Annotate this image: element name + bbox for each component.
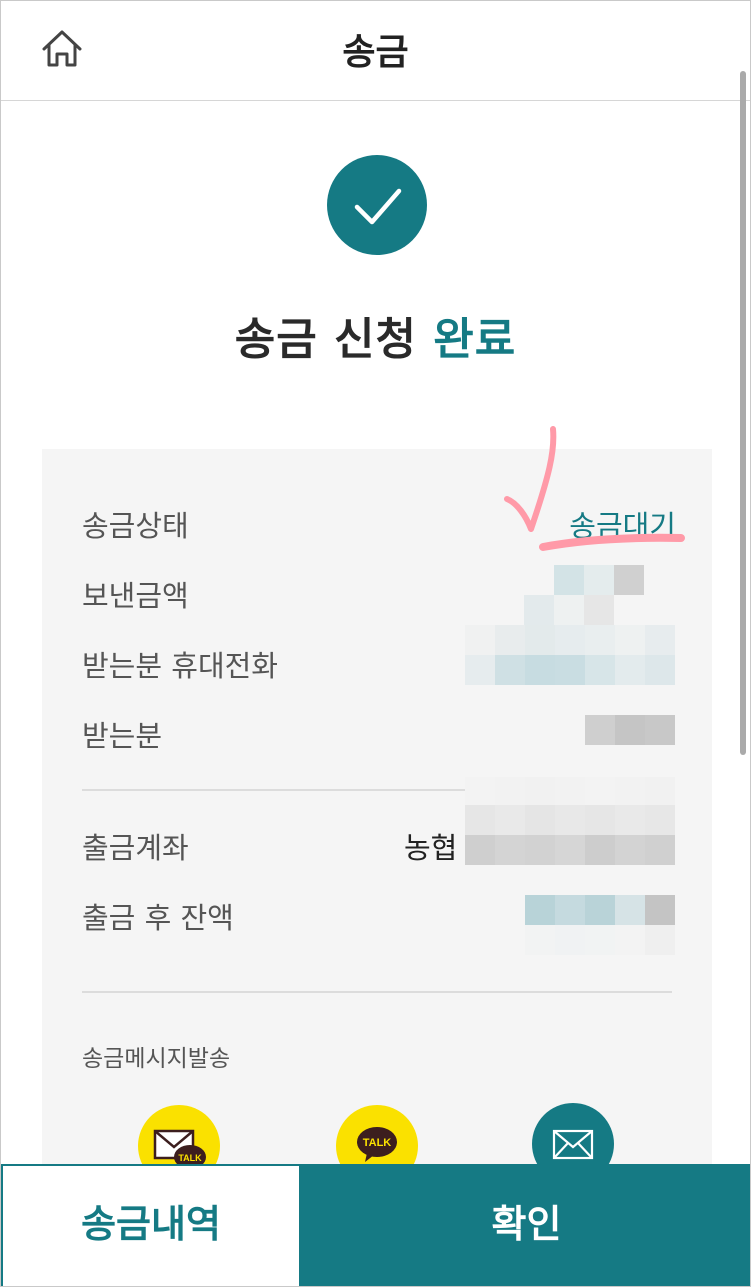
talk-badge-text: TALK bbox=[178, 1153, 202, 1163]
top-header: 송금 bbox=[1, 1, 750, 101]
talk-label: TALK bbox=[363, 1137, 392, 1149]
recipient-phone-redacted bbox=[465, 625, 675, 685]
message-divider bbox=[82, 991, 672, 993]
scrollbar[interactable] bbox=[740, 71, 746, 755]
page-title: 송금 bbox=[342, 32, 409, 73]
account-number-redacted bbox=[465, 805, 675, 865]
withdraw-account-label: 출금계좌 bbox=[82, 831, 189, 865]
transfer-history-button[interactable]: 송금내역 bbox=[1, 1164, 301, 1286]
completion-title: 송금 신청 완료 bbox=[1, 303, 750, 367]
completion-title-accent: 완료 bbox=[433, 314, 517, 365]
confirm-button[interactable]: 확인 bbox=[301, 1164, 750, 1286]
transfer-details-card: 송금상태 송금대기 보낸금액 받는분 휴대전화 받는분 출금계좌 농협 출금 후… bbox=[42, 449, 712, 1209]
account-redacted-top bbox=[465, 777, 675, 805]
status-value: 송금대기 bbox=[569, 509, 676, 543]
recipient-redacted bbox=[585, 715, 675, 745]
success-badge bbox=[327, 155, 427, 255]
completion-title-main: 송금 신청 bbox=[234, 314, 417, 365]
bank-name: 농협 bbox=[404, 831, 458, 865]
amount-redacted bbox=[524, 565, 674, 625]
balance-redacted bbox=[495, 895, 675, 955]
status-label: 송금상태 bbox=[82, 509, 189, 543]
bottom-action-bar: 송금내역 확인 bbox=[1, 1164, 750, 1286]
section-divider bbox=[82, 789, 466, 791]
balance-after-label: 출금 후 잔액 bbox=[82, 901, 234, 935]
app-frame: 송금 송금 신청 완료 송금상태 송금대기 보낸금액 받는분 휴대전화 받는분 bbox=[0, 0, 751, 1287]
recipient-phone-label: 받는분 휴대전화 bbox=[82, 649, 278, 683]
recipient-label: 받는분 bbox=[82, 719, 163, 753]
message-section-label: 송금메시지발송 bbox=[82, 1046, 231, 1072]
amount-label: 보낸금액 bbox=[82, 579, 189, 613]
check-icon bbox=[354, 188, 402, 225]
